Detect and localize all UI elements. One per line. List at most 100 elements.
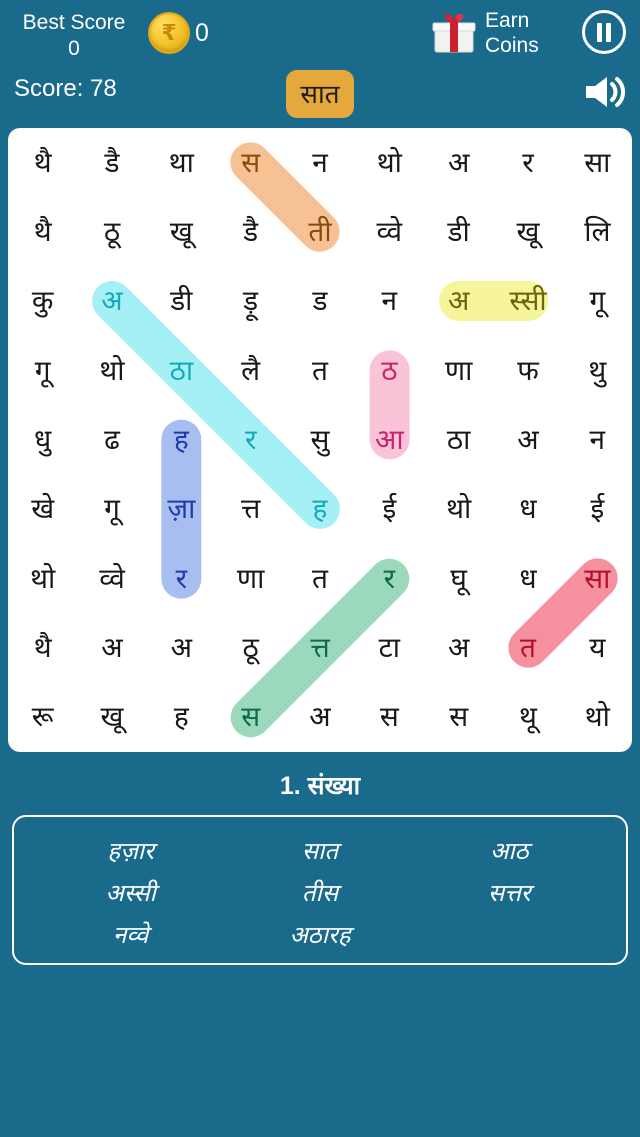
- grid-cell[interactable]: स: [216, 128, 285, 197]
- grid-cell[interactable]: सा: [563, 128, 632, 197]
- letter-grid[interactable]: थै डै था स न थो अ र सा थै ठू खू डै ती व्वे डी खू लि कु अ डी ड…: [8, 128, 632, 752]
- grid-cell[interactable]: अ: [147, 613, 216, 682]
- grid-cell[interactable]: स्सी: [493, 267, 562, 336]
- grid-cell[interactable]: थै: [8, 613, 77, 682]
- grid-cell[interactable]: कु: [8, 267, 77, 336]
- grid-cell[interactable]: अ: [77, 267, 146, 336]
- grid-cell[interactable]: धु: [8, 405, 77, 474]
- word-list-item: सत्तर: [488, 879, 531, 907]
- grid-cell[interactable]: खे: [8, 475, 77, 544]
- grid-cell[interactable]: गू: [563, 267, 632, 336]
- earn-coins-line2: Coins: [485, 34, 539, 57]
- grid-cell[interactable]: णा: [424, 336, 493, 405]
- grid-cell[interactable]: ड़ू: [216, 267, 285, 336]
- grid-cell[interactable]: ठ: [355, 336, 424, 405]
- grid-cell[interactable]: अ: [493, 405, 562, 474]
- grid-cell[interactable]: था: [147, 128, 216, 197]
- grid-cell[interactable]: ध: [493, 475, 562, 544]
- grid-cell[interactable]: थु: [563, 336, 632, 405]
- grid-cell[interactable]: डै: [216, 197, 285, 266]
- grid-cell[interactable]: ई: [355, 475, 424, 544]
- grid-cell[interactable]: खू: [493, 197, 562, 266]
- grid-cell[interactable]: र: [147, 544, 216, 613]
- grid-cell[interactable]: ध: [493, 544, 562, 613]
- grid-cell[interactable]: थू: [493, 683, 562, 752]
- grid-cell[interactable]: डी: [424, 197, 493, 266]
- grid-cell[interactable]: ह: [147, 683, 216, 752]
- grid-cell[interactable]: सा: [563, 544, 632, 613]
- grid-cell[interactable]: ठा: [424, 405, 493, 474]
- grid-cell[interactable]: ठू: [216, 613, 285, 682]
- grid-cell[interactable]: अ: [424, 613, 493, 682]
- grid-cell[interactable]: थो: [355, 128, 424, 197]
- grid-cell[interactable]: ठू: [77, 197, 146, 266]
- grid-cell[interactable]: र: [493, 128, 562, 197]
- word-list-item: नव्वे: [113, 921, 149, 949]
- grid-cell[interactable]: खू: [147, 197, 216, 266]
- word-list-grid: हज़ारसातआठअस्सीतीससत्तरनव्वेअठारह-: [36, 829, 604, 955]
- grid-cell[interactable]: डै: [77, 128, 146, 197]
- grid-cell[interactable]: फ: [493, 336, 562, 405]
- earn-coins-line1: Earn: [485, 9, 530, 32]
- game-header: Best Score 0 ₹ 0 Earn Coins Score: 78 सा…: [0, 0, 640, 130]
- word-search-grid-card[interactable]: थै डै था स न थो अ र सा थै ठू खू डै ती व्वे डी खू लि कु अ डी ड…: [8, 128, 632, 752]
- grid-cell[interactable]: ह: [147, 405, 216, 474]
- grid-cell[interactable]: त: [285, 544, 354, 613]
- grid-cell[interactable]: ढ: [77, 405, 146, 474]
- best-score-value: 0: [68, 37, 80, 60]
- grid-cell[interactable]: गू: [77, 475, 146, 544]
- grid-cell[interactable]: णा: [216, 544, 285, 613]
- coin-balance[interactable]: ₹ 0: [148, 12, 209, 54]
- grid-cell[interactable]: त: [493, 613, 562, 682]
- grid-cell[interactable]: लै: [216, 336, 285, 405]
- grid-cell[interactable]: थो: [8, 544, 77, 613]
- grid-cell[interactable]: घू: [424, 544, 493, 613]
- earn-coins-button[interactable]: Earn Coins: [430, 8, 539, 58]
- grid-cell[interactable]: लि: [563, 197, 632, 266]
- grid-cell[interactable]: सु: [285, 405, 354, 474]
- pause-button[interactable]: [582, 10, 626, 54]
- grid-cell[interactable]: टा: [355, 613, 424, 682]
- grid-cell[interactable]: स: [216, 683, 285, 752]
- grid-cell[interactable]: आ: [355, 405, 424, 474]
- grid-cell[interactable]: ज़ा: [147, 475, 216, 544]
- grid-cell[interactable]: स: [424, 683, 493, 752]
- grid-cell[interactable]: थो: [563, 683, 632, 752]
- grid-cell[interactable]: अ: [424, 128, 493, 197]
- grid-cell[interactable]: डी: [147, 267, 216, 336]
- grid-cell[interactable]: थो: [77, 336, 146, 405]
- word-list-item: हज़ार: [107, 837, 154, 865]
- grid-cell[interactable]: र: [355, 544, 424, 613]
- grid-cell[interactable]: ठा: [147, 336, 216, 405]
- grid-cell[interactable]: अ: [285, 683, 354, 752]
- grid-cell[interactable]: र: [216, 405, 285, 474]
- grid-cell[interactable]: न: [285, 128, 354, 197]
- current-word-badge: सात: [286, 70, 354, 118]
- grid-cell[interactable]: न: [563, 405, 632, 474]
- grid-cell[interactable]: रू: [8, 683, 77, 752]
- grid-cell[interactable]: त्त: [216, 475, 285, 544]
- grid-cell[interactable]: त: [285, 336, 354, 405]
- grid-cell[interactable]: गू: [8, 336, 77, 405]
- grid-cell[interactable]: थै: [8, 197, 77, 266]
- grid-cell[interactable]: स: [355, 683, 424, 752]
- coin-count: 0: [195, 18, 209, 47]
- grid-cell[interactable]: त्त: [285, 613, 354, 682]
- grid-cell[interactable]: ह: [285, 475, 354, 544]
- grid-cell[interactable]: थै: [8, 128, 77, 197]
- grid-cell[interactable]: न: [355, 267, 424, 336]
- pause-icon-bar2: [606, 22, 611, 42]
- grid-cell[interactable]: थो: [424, 475, 493, 544]
- grid-cell[interactable]: अ: [424, 267, 493, 336]
- grid-cell[interactable]: य: [563, 613, 632, 682]
- grid-cell[interactable]: खू: [77, 683, 146, 752]
- grid-cell[interactable]: ई: [563, 475, 632, 544]
- category-title: 1. संख्या: [279, 772, 361, 800]
- grid-cell[interactable]: ड: [285, 267, 354, 336]
- sound-toggle-button[interactable]: [580, 70, 628, 114]
- grid-cell[interactable]: अ: [77, 613, 146, 682]
- word-list-panel: हज़ारसातआठअस्सीतीससत्तरनव्वेअठारह-: [12, 815, 628, 965]
- grid-cell[interactable]: ती: [285, 197, 354, 266]
- grid-cell[interactable]: व्वे: [355, 197, 424, 266]
- grid-cell[interactable]: व्वे: [77, 544, 146, 613]
